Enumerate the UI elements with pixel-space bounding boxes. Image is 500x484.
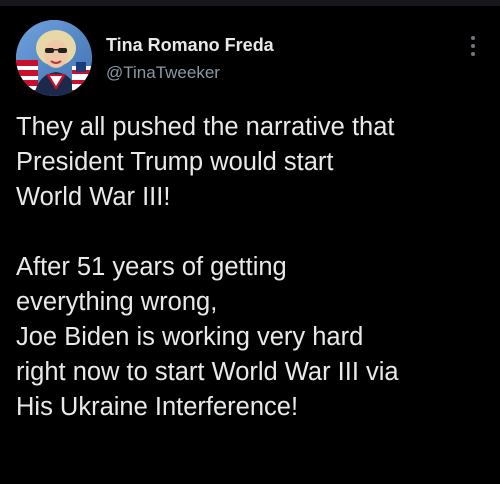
tweet-line: His Ukraine Interference! — [16, 393, 299, 421]
tweet-line: right now to start World War III via — [16, 358, 399, 386]
tweet-line: Joe Biden is working very hard — [16, 323, 364, 351]
avatar[interactable] — [16, 20, 92, 96]
author-info: Tina Romano Freda @TinaTweeker — [106, 34, 274, 84]
author-display-name[interactable]: Tina Romano Freda — [106, 34, 274, 56]
author-handle[interactable]: @TinaTweeker — [106, 62, 274, 84]
more-vertical-icon-dot — [471, 52, 475, 56]
tweet-header: Tina Romano Freda @TinaTweeker — [16, 20, 484, 100]
tweet-line: They all pushed the narrative that — [16, 113, 395, 141]
more-vertical-icon-dot — [471, 44, 475, 48]
tweet-line: everything wrong, — [16, 288, 218, 316]
tweet-text: They all pushed the narrative that Presi… — [16, 110, 486, 425]
more-options-button[interactable] — [468, 36, 478, 60]
more-vertical-icon — [471, 36, 475, 40]
tweet-line: President Trump would start — [16, 148, 334, 176]
tweet-line: World War III! — [16, 183, 171, 211]
tweet-line: After 51 years of getting — [16, 253, 287, 281]
tweet-line-break — [16, 215, 486, 250]
avatar-photo-icon — [16, 20, 92, 96]
top-divider — [0, 0, 500, 6]
